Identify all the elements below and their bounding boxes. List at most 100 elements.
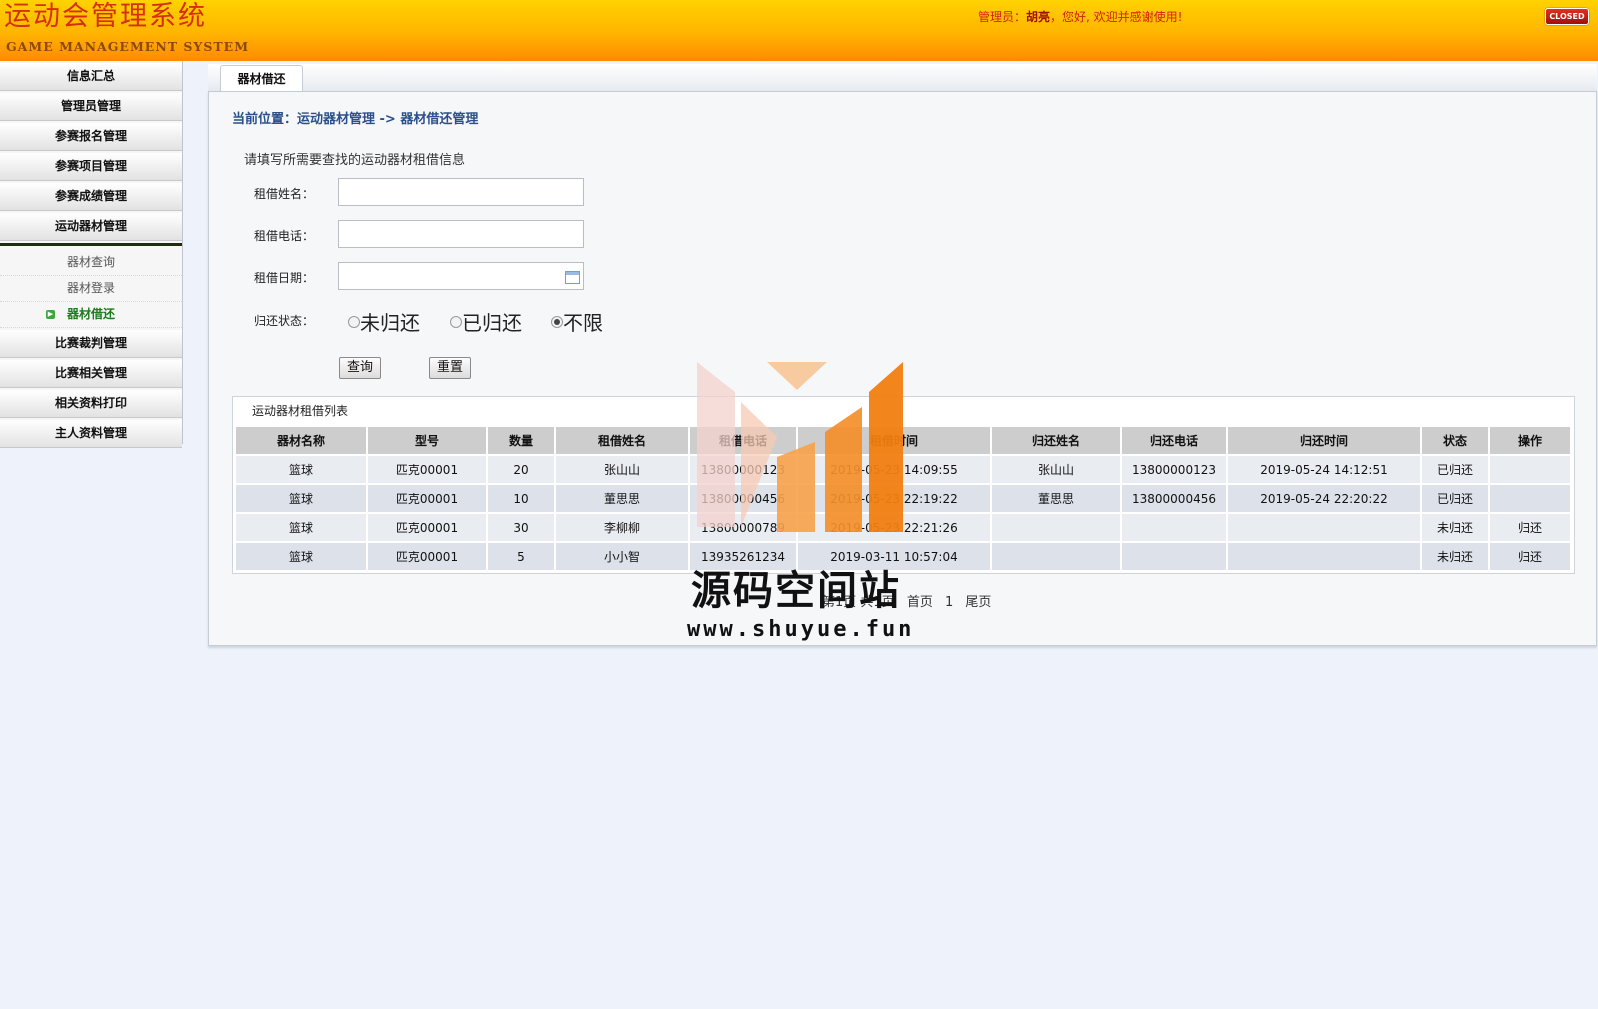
- sidebar-item-admin-management[interactable]: 管理员管理: [0, 93, 182, 121]
- cell-equipment-name: 篮球: [236, 543, 366, 570]
- tab-strip: [208, 64, 1597, 92]
- sidebar-item-match-related-management[interactable]: 比赛相关管理: [0, 360, 182, 388]
- cell-quantity: 5: [488, 543, 554, 570]
- status-option-label: 不限: [563, 311, 603, 335]
- sidebar: 信息汇总 管理员管理 参赛报名管理 参赛项目管理 参赛成绩管理 运动器材管理 器…: [0, 61, 183, 448]
- sidebar-item-registration-management[interactable]: 参赛报名管理: [0, 123, 182, 151]
- column-header: 数量: [488, 427, 554, 454]
- sidebar-item-equipment-management[interactable]: 运动器材管理: [0, 213, 182, 241]
- sidebar-subitem-equipment-register[interactable]: 器材登录: [0, 276, 182, 302]
- search-hint: 请填写所需要查找的运动器材租借信息: [244, 153, 466, 168]
- reset-button[interactable]: 重置: [429, 357, 472, 379]
- radio-returned[interactable]: [450, 315, 462, 328]
- column-header: 租借姓名: [556, 427, 688, 454]
- cell-model: 匹克00001: [368, 485, 486, 512]
- welcome-suffix: ，您好, 欢迎并感谢使用!: [1050, 10, 1183, 24]
- query-button[interactable]: 查询: [339, 357, 382, 379]
- cell-returner-name: 董思思: [992, 485, 1120, 512]
- cell-action: [1490, 456, 1570, 483]
- column-header: 归还时间: [1228, 427, 1420, 454]
- borrower-name-input[interactable]: [338, 178, 584, 206]
- app-title: 运动会管理系统: [4, 1, 207, 32]
- sidebar-nav-top: 信息汇总 管理员管理 参赛报名管理 参赛项目管理 参赛成绩管理 运动器材管理: [0, 63, 182, 241]
- sidebar-nav-bottom: 比赛裁判管理 比赛相关管理 相关资料打印 主人资料管理: [0, 330, 182, 448]
- return-status-label: 归还状态：: [254, 314, 315, 328]
- cell-returner-phone: 13800000456: [1122, 485, 1226, 512]
- radio-not-returned[interactable]: [348, 315, 360, 328]
- status-option-any[interactable]: 不限: [551, 307, 603, 336]
- admin-name: 胡亮: [1026, 10, 1051, 24]
- welcome-message: 管理员：胡亮，您好, 欢迎并感谢使用!: [978, 8, 1182, 25]
- cell-return-time: [1228, 514, 1420, 541]
- calendar-icon[interactable]: [565, 271, 580, 284]
- logout-button[interactable]: CLOSED: [1545, 8, 1589, 25]
- status-option-label: 已归还: [462, 311, 522, 335]
- cell-status: 未归还: [1422, 514, 1488, 541]
- sidebar-item-event-management[interactable]: 参赛项目管理: [0, 153, 182, 181]
- watermark-text: 源码空间站: [691, 568, 901, 614]
- current-page: 1: [944, 595, 954, 610]
- table-row: 篮球 匹克00001 5 小小智 13935261234 2019-03-11 …: [236, 543, 1570, 570]
- radio-any[interactable]: [551, 315, 563, 328]
- column-header: 器材名称: [236, 427, 366, 454]
- cell-returner-name: [992, 514, 1120, 541]
- return-link[interactable]: 归还: [1490, 514, 1570, 541]
- phone-label: 租借电话：: [254, 229, 315, 243]
- column-header: 操作: [1490, 427, 1570, 454]
- cell-return-time: 2019-05-24 14:12:51: [1228, 456, 1420, 483]
- cell-status: 已归还: [1422, 485, 1488, 512]
- sidebar-item-print-materials[interactable]: 相关资料打印: [0, 390, 182, 418]
- app-subtitle: GAME MANAGEMENT SYSTEM: [6, 39, 250, 54]
- cell-borrower-name: 小小智: [556, 543, 688, 570]
- column-header: 型号: [368, 427, 486, 454]
- cell-model: 匹克00001: [368, 456, 486, 483]
- welcome-prefix: 管理员：: [978, 10, 1027, 24]
- watermark-logo-icon: [697, 362, 903, 532]
- borrow-date-input[interactable]: [338, 262, 584, 290]
- sidebar-subitem-equipment-borrow-return[interactable]: ▶ 器材借还: [0, 302, 182, 328]
- sidebar-item-score-management[interactable]: 参赛成绩管理: [0, 183, 182, 211]
- column-header: 状态: [1422, 427, 1488, 454]
- tab-equipment-borrow-return[interactable]: 器材借还: [220, 65, 303, 93]
- cell-returner-name: [992, 543, 1120, 570]
- cell-returner-phone: 13800000123: [1122, 456, 1226, 483]
- cell-borrower-name: 李柳柳: [556, 514, 688, 541]
- cell-borrower-name: 董思思: [556, 485, 688, 512]
- sidebar-subitem-equipment-query[interactable]: 器材查询: [0, 250, 182, 276]
- first-page-link[interactable]: 首页: [907, 595, 933, 610]
- sidebar-submenu: 器材查询 器材登录 ▶ 器材借还: [0, 246, 182, 328]
- sidebar-item-referee-management[interactable]: 比赛裁判管理: [0, 330, 182, 358]
- status-option-label: 未归还: [360, 311, 420, 335]
- borrower-phone-input[interactable]: [338, 220, 584, 248]
- date-label: 租借日期：: [254, 271, 315, 285]
- cell-equipment-name: 篮球: [236, 485, 366, 512]
- cell-quantity: 20: [488, 456, 554, 483]
- watermark-url: www.shuyue.fun: [687, 617, 915, 642]
- cell-return-time: [1228, 543, 1420, 570]
- arrow-right-icon: ▶: [46, 310, 55, 319]
- return-link[interactable]: 归还: [1490, 543, 1570, 570]
- status-option-returned[interactable]: 已归还: [450, 307, 522, 336]
- cell-quantity: 10: [488, 485, 554, 512]
- name-label: 租借姓名：: [254, 187, 315, 201]
- rental-list-title: 运动器材租借列表: [252, 404, 349, 418]
- last-page-link[interactable]: 尾页: [965, 595, 991, 610]
- app-header: 运动会管理系统 GAME MANAGEMENT SYSTEM 管理员：胡亮，您好…: [0, 0, 1598, 61]
- sidebar-subitem-label: 器材借还: [66, 307, 115, 321]
- sidebar-item-info-summary[interactable]: 信息汇总: [0, 63, 182, 91]
- cell-equipment-name: 篮球: [236, 514, 366, 541]
- cell-status: 已归还: [1422, 456, 1488, 483]
- cell-equipment-name: 篮球: [236, 456, 366, 483]
- cell-status: 未归还: [1422, 543, 1488, 570]
- column-header: 归还电话: [1122, 427, 1226, 454]
- breadcrumb: 当前位置：运动器材管理 -> 器材借还管理: [232, 112, 479, 127]
- cell-returner-name: 张山山: [992, 456, 1120, 483]
- cell-returner-phone: [1122, 543, 1226, 570]
- status-option-not-returned[interactable]: 未归还: [348, 307, 420, 336]
- cell-quantity: 30: [488, 514, 554, 541]
- cell-action: [1490, 485, 1570, 512]
- sidebar-item-owner-profile[interactable]: 主人资料管理: [0, 420, 182, 448]
- column-header: 归还姓名: [992, 427, 1120, 454]
- cell-return-time: 2019-05-24 22:20:22: [1228, 485, 1420, 512]
- cell-model: 匹克00001: [368, 514, 486, 541]
